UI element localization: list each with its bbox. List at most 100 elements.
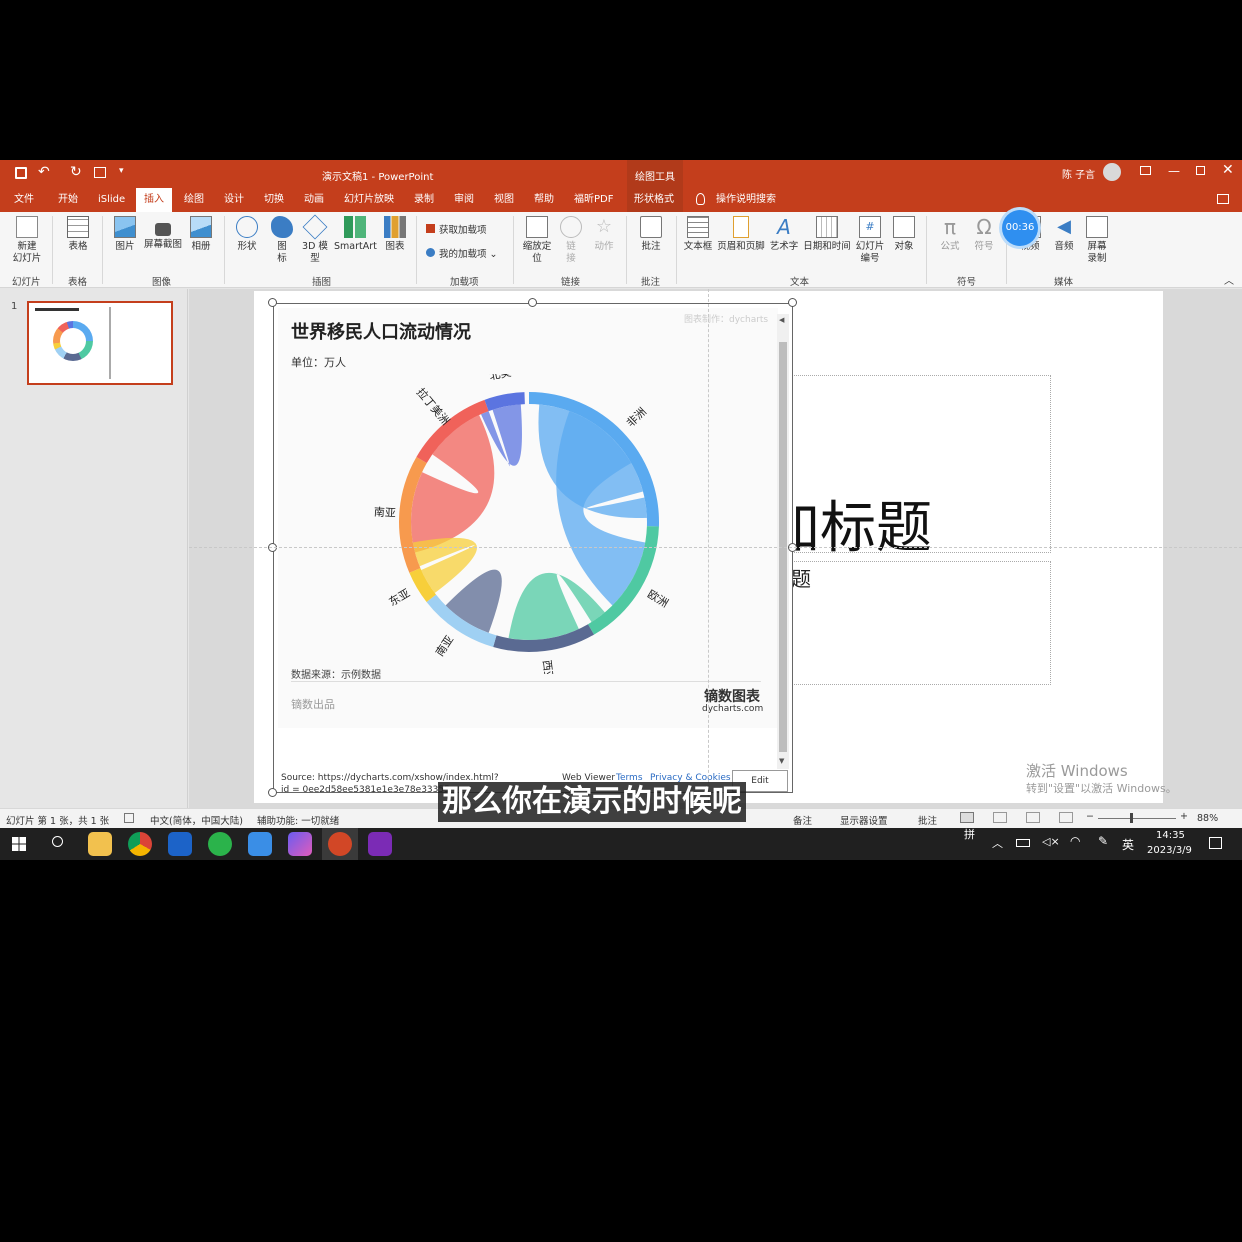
resize-handle-tr[interactable] (788, 298, 797, 307)
zoom-out-icon[interactable]: − (1086, 811, 1094, 822)
tab-help[interactable]: 帮助 (534, 192, 554, 212)
clock-time[interactable]: 14:35 (1156, 830, 1185, 841)
album-button[interactable]: 相册 (186, 216, 216, 253)
slide-thumbnail[interactable] (27, 301, 173, 385)
scroll-down-icon[interactable]: ▼ (779, 757, 784, 765)
app-icon-blue[interactable] (168, 832, 192, 856)
tab-draw[interactable]: 绘图 (184, 192, 204, 212)
tab-design[interactable]: 设计 (224, 192, 244, 212)
recording-timer[interactable]: 00:36 (1002, 210, 1038, 246)
tab-insert[interactable]: 插入 (136, 188, 172, 212)
scroll-up-icon[interactable]: ◀ (779, 316, 784, 324)
link-button[interactable]: 链 接 (558, 216, 584, 265)
language-status[interactable]: 中文(简体，中国大陆) (150, 813, 243, 827)
3d-model-button[interactable]: 3D 模 型 (300, 214, 330, 265)
accessibility-status[interactable]: 辅助功能: 一切就绪 (257, 813, 339, 827)
tab-review[interactable]: 审阅 (454, 192, 474, 212)
tab-animations[interactable]: 动画 (304, 192, 324, 212)
textbox-button[interactable]: 文本框 (682, 216, 714, 253)
action-button[interactable]: ☆ 动作 (590, 216, 618, 253)
zoom-in-icon[interactable]: + (1180, 811, 1188, 822)
avatar[interactable] (1103, 163, 1121, 181)
battery-icon[interactable] (1016, 839, 1030, 847)
file-explorer-icon[interactable] (88, 832, 112, 856)
screenshot-button[interactable]: 屏幕截图 (142, 216, 184, 251)
table-button[interactable]: 表格 (60, 216, 96, 253)
tell-me-search[interactable]: 操作说明搜索 (716, 192, 776, 212)
tab-islide[interactable]: iSlide (98, 192, 125, 212)
display-settings-button[interactable]: 显示器设置 (840, 813, 888, 827)
symbol-button[interactable]: Ω 符号 (970, 216, 998, 253)
tab-transitions[interactable]: 切换 (264, 192, 284, 212)
save-icon[interactable] (15, 167, 27, 179)
ribbon-display-icon[interactable] (1140, 166, 1151, 175)
powerpoint-icon[interactable] (328, 832, 352, 856)
restore-icon[interactable] (1196, 166, 1205, 175)
get-addins-button[interactable]: 获取加载项 (426, 224, 487, 237)
object-button[interactable]: 对象 (890, 216, 918, 253)
screen-record-button[interactable]: 屏幕 录制 (1082, 216, 1112, 265)
chrome-icon[interactable] (128, 832, 152, 856)
shapes-button[interactable]: 形状 (232, 216, 262, 253)
slide-number-button[interactable]: # 幻灯片 编号 (854, 216, 886, 265)
chart-button[interactable]: 图表 (382, 216, 408, 253)
audio-button[interactable]: ◀ 音频 (1050, 216, 1078, 253)
tab-shape-format[interactable]: 形状格式 (634, 192, 674, 212)
tray-expand-icon[interactable]: ︿ (992, 835, 1003, 851)
normal-view-icon[interactable] (960, 812, 974, 823)
reading-view-icon[interactable] (1026, 812, 1040, 823)
present-icon[interactable] (94, 167, 106, 178)
smartart-button[interactable]: SmartArt (334, 216, 377, 253)
app-icon-purple[interactable] (368, 832, 392, 856)
tab-home[interactable]: 开始 (58, 192, 78, 212)
redo-icon[interactable]: ↻ (70, 164, 82, 180)
pen-icon[interactable]: ✎ (1098, 834, 1108, 848)
search-icon[interactable] (52, 836, 63, 847)
user-name[interactable]: 陈 子言 (1062, 166, 1095, 181)
resize-handle-tm[interactable] (528, 298, 537, 307)
spellcheck-icon[interactable] (124, 813, 134, 823)
subtitle-placeholder[interactable] (791, 561, 1051, 685)
notes-button[interactable]: 备注 (793, 813, 812, 827)
app-icon-gradient[interactable] (288, 832, 312, 856)
tab-file[interactable]: 文件 (14, 192, 34, 212)
collapse-ribbon-icon[interactable]: ︿ (1224, 272, 1234, 287)
tab-record[interactable]: 录制 (414, 192, 434, 212)
tab-slideshow[interactable]: 幻灯片放映 (344, 192, 394, 212)
comments-button[interactable]: 批注 (918, 813, 937, 827)
volume-icon[interactable]: ◁× (1042, 835, 1060, 848)
app-icon-cloud[interactable] (248, 832, 272, 856)
ime-mode-icon[interactable]: 拼 (964, 826, 975, 842)
zoom-slider[interactable] (1098, 813, 1176, 823)
comments-pane-icon[interactable] (1217, 194, 1229, 204)
header-footer-button[interactable]: 页眉和页脚 (716, 216, 766, 253)
comment-button[interactable]: 批注 (636, 216, 666, 253)
viewer-scrollbar[interactable]: ◀ ▼ (777, 314, 789, 769)
resize-handle-bl[interactable] (268, 788, 277, 797)
tab-view[interactable]: 视图 (494, 192, 514, 212)
icons-button[interactable]: 图 标 (268, 216, 296, 265)
customize-icon[interactable]: ▾ (119, 166, 124, 176)
undo-icon[interactable]: ↶ (38, 164, 50, 180)
equation-button[interactable]: π 公式 (936, 216, 964, 253)
my-addins-button[interactable]: 我的加载项 ⌄ (426, 248, 498, 261)
wechat-icon[interactable] (208, 832, 232, 856)
slide-sorter-icon[interactable] (993, 812, 1007, 823)
datetime-button[interactable]: 日期和时间 (802, 216, 852, 253)
zoom-button[interactable]: 缩放定 位 (520, 216, 554, 265)
minimize-icon[interactable]: — (1168, 164, 1180, 178)
close-icon[interactable]: ✕ (1222, 162, 1234, 178)
clock-date[interactable]: 2023/3/9 (1147, 845, 1192, 856)
zoom-slider-thumb[interactable] (1130, 813, 1133, 823)
web-viewer-object[interactable]: 世界移民人口流动情况 单位：万人 图表制作：dycharts 非洲 欧洲 西亚 南亚 东… (273, 303, 793, 793)
resize-handle-tl[interactable] (268, 298, 277, 307)
notification-icon[interactable] (1209, 837, 1222, 849)
zoom-level[interactable]: 88% (1197, 813, 1218, 824)
picture-button[interactable]: 图片 (110, 216, 140, 253)
wordart-button[interactable]: A 艺术字 (768, 216, 800, 253)
network-icon[interactable]: ◠ (1070, 834, 1080, 848)
slideshow-icon[interactable] (1059, 812, 1073, 823)
new-slide-button[interactable]: 新建 幻灯片 (8, 216, 46, 265)
tab-foxit-pdf[interactable]: 福昕PDF (574, 192, 613, 212)
ime-language[interactable]: 英 (1122, 836, 1134, 853)
